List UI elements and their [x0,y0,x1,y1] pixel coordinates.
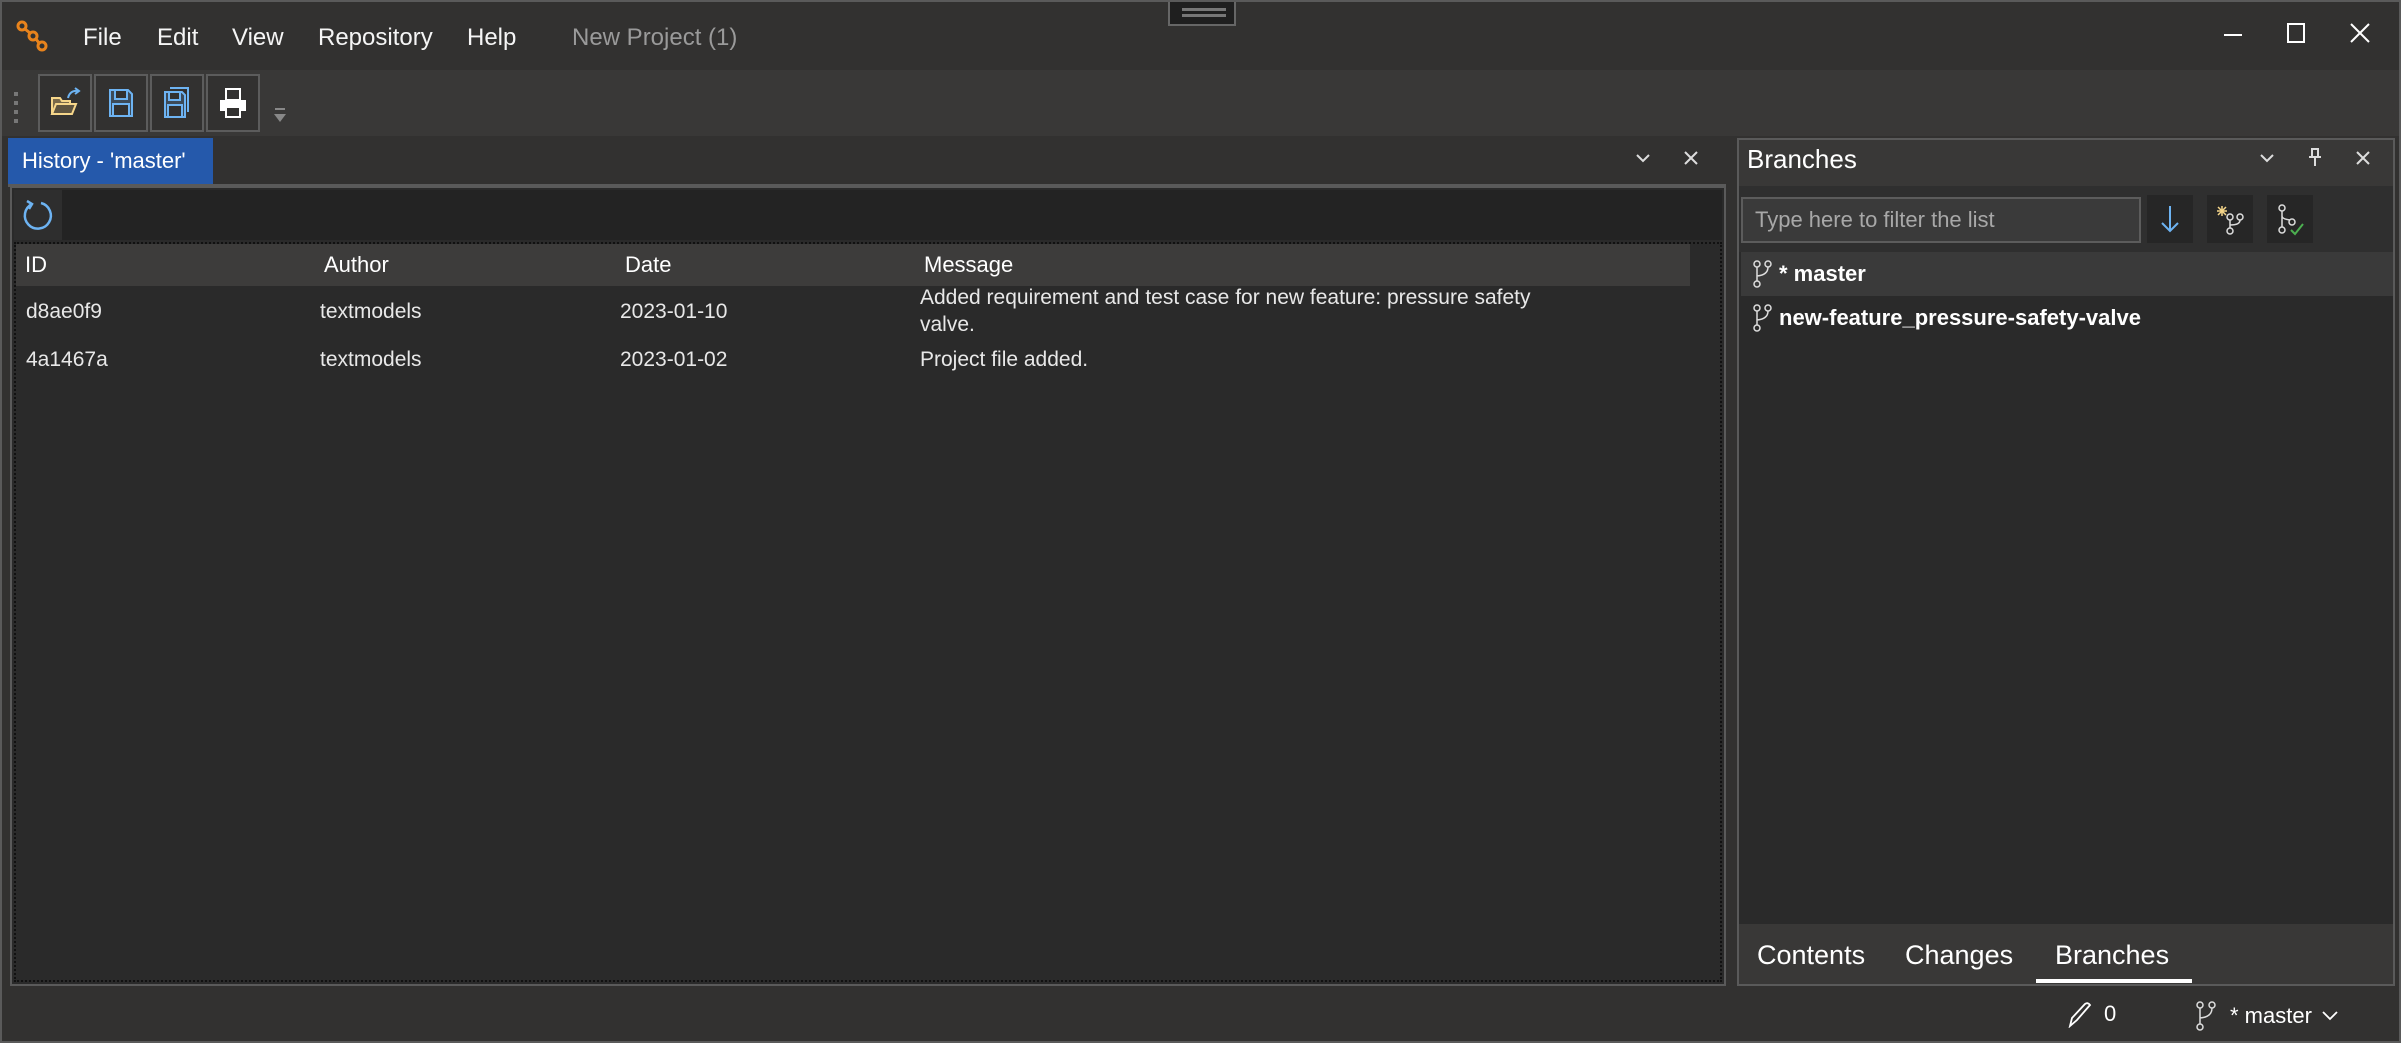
new-branch-button[interactable] [2207,195,2253,243]
tab-changes[interactable]: Changes [1905,940,2013,971]
layout-drag-handle[interactable] [1168,2,1236,26]
branches-title: Branches [1747,144,1857,174]
printer-icon [220,88,246,118]
grid-header [16,244,1690,286]
pending-changes-indicator[interactable]: 0 [2066,1000,2116,1028]
cell-author: textmodels [320,300,422,323]
close-icon [1684,151,1698,165]
active-tab-indicator [2036,979,2192,983]
refresh-icon [23,199,53,230]
menu-repository[interactable]: Repository [318,24,433,52]
branch-icon [1753,304,1772,332]
column-header-id[interactable]: ID [25,252,47,278]
save-all-button[interactable] [150,74,204,132]
cell-id: d8ae0f9 [26,300,102,323]
menu-edit[interactable]: Edit [157,24,198,52]
checkout-branch-icon [2278,204,2304,236]
history-grid [14,242,1722,982]
main-toolbar [2,70,2399,136]
history-toolbar [14,190,1722,240]
branch-label: * master [1779,261,1866,286]
close-icon [2356,151,2370,165]
menu-file[interactable]: File [83,24,122,52]
branches-dropdown-button[interactable] [2252,145,2282,175]
cell-author: textmodels [320,348,422,371]
open-project-button[interactable] [38,74,92,132]
branches-pin-button[interactable] [2300,145,2330,175]
sort-button[interactable] [2147,195,2193,243]
arrow-down-icon [2161,206,2179,233]
branch-filter-input[interactable] [1741,197,2141,243]
folder-open-icon [50,87,81,115]
pin-icon [2309,148,2321,166]
tab-branches[interactable]: Branches [2055,940,2169,971]
save-button[interactable] [94,74,148,132]
toolbar-grip[interactable] [14,92,18,126]
chevron-down-icon [2260,154,2274,163]
column-header-message[interactable]: Message [924,252,1013,278]
current-branch-label: * master [2230,1003,2312,1028]
tab-contents[interactable]: Contents [1757,940,1865,971]
menu-help[interactable]: Help [467,24,516,52]
print-button[interactable] [206,74,260,132]
refresh-button[interactable] [14,190,62,240]
project-title: New Project (1) [572,24,738,51]
history-close-button[interactable] [1676,145,1706,175]
branch-item-master[interactable]: * master [1741,252,2393,296]
minimize-button[interactable] [2213,18,2253,54]
new-branch-icon [2217,206,2244,235]
checkout-branch-button[interactable] [2267,195,2313,243]
column-header-date[interactable]: Date [625,252,671,278]
menu-view[interactable]: View [232,24,284,52]
app-logo-icon [16,20,48,52]
close-window-button[interactable] [2340,18,2380,54]
toolbar-overflow-button[interactable] [272,106,288,122]
cell-message: Project file added. [920,348,1089,371]
cell-message: Added requirement and test case for new … [920,286,1531,309]
minimize-icon [2224,34,2242,36]
maximize-button[interactable] [2276,18,2316,54]
branches-close-button[interactable] [2348,145,2378,175]
current-branch-selector[interactable]: * master [2194,1000,2340,1032]
cell-date: 2023-01-10 [620,300,728,323]
history-dropdown-button[interactable] [1628,145,1658,175]
branch-icon [1753,260,1772,288]
pencil-icon [2068,1002,2092,1028]
overflow-chevron-icon [274,108,286,122]
branch-icon [2196,1001,2216,1031]
cell-id: 4a1467a [26,348,108,371]
tab-history[interactable]: History - 'master' [8,138,213,184]
save-all-icon [164,87,189,118]
branch-item-new-feature[interactable]: new-feature_pressure-safety-valve [1741,296,2393,340]
cell-message-wrap: valve. [920,313,975,336]
branch-label: new-feature_pressure-safety-valve [1779,305,2141,330]
save-icon [109,89,133,117]
chevron-down-icon [2322,1011,2338,1021]
column-header-author[interactable]: Author [324,252,389,278]
cell-date: 2023-01-02 [620,348,728,371]
pending-changes-count: 0 [2104,1001,2117,1026]
close-icon [2350,23,2370,43]
maximize-icon [2287,23,2305,43]
chevron-down-icon [1636,154,1650,163]
